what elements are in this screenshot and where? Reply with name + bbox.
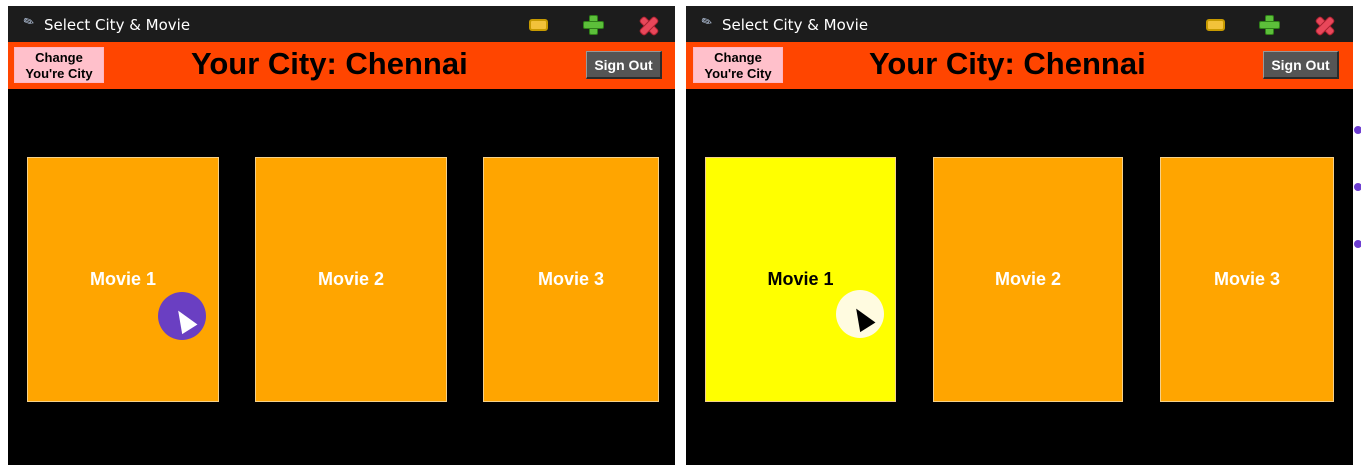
maximize-icon[interactable] bbox=[583, 15, 604, 35]
minimize-icon[interactable] bbox=[528, 15, 548, 33]
maximize-icon[interactable] bbox=[1259, 15, 1280, 35]
close-icon[interactable] bbox=[1314, 15, 1334, 33]
app-window-after: ✏ Select City & Movie Change You're City… bbox=[686, 6, 1353, 465]
close-icon[interactable] bbox=[638, 15, 658, 33]
movie-card-3[interactable]: Movie 3 bbox=[483, 157, 659, 402]
movie-card-label: Movie 2 bbox=[317, 269, 385, 289]
change-city-label-line1: Change bbox=[714, 50, 762, 65]
city-title: Your City: Chennai bbox=[869, 46, 1146, 81]
header-bar: Change You're City Your City: Chennai Si… bbox=[8, 42, 675, 89]
city-title: Your City: Chennai bbox=[191, 46, 468, 81]
window-title: Select City & Movie bbox=[44, 16, 191, 34]
change-city-button[interactable]: Change You're City bbox=[693, 47, 783, 83]
movie-card-label: Movie 2 bbox=[994, 269, 1062, 289]
app-window-before: ✏ Select City & Movie Change You're City… bbox=[8, 6, 675, 465]
edge-dot bbox=[1354, 126, 1361, 134]
movie-card-3[interactable]: Movie 3 bbox=[1160, 157, 1334, 402]
movie-card-label: Movie 1 bbox=[767, 269, 834, 289]
window-title: Select City & Movie bbox=[722, 16, 869, 34]
movie-card-2[interactable]: Movie 2 bbox=[255, 157, 447, 402]
movie-card-label: Movie 3 bbox=[537, 269, 605, 289]
change-city-label-line2: You're City bbox=[704, 66, 772, 81]
title-bar[interactable]: ✏ Select City & Movie bbox=[686, 6, 1353, 42]
minimize-icon[interactable] bbox=[1205, 15, 1225, 33]
edge-dot bbox=[1354, 240, 1361, 248]
sign-out-button[interactable]: Sign Out bbox=[1263, 51, 1339, 79]
change-city-label-line1: Change bbox=[35, 50, 83, 65]
change-city-label-line2: You're City bbox=[25, 66, 93, 81]
movie-card-2[interactable]: Movie 2 bbox=[933, 157, 1123, 402]
sign-out-button[interactable]: Sign Out bbox=[586, 51, 662, 79]
title-bar[interactable]: ✏ Select City & Movie bbox=[8, 6, 675, 42]
change-city-button[interactable]: Change You're City bbox=[14, 47, 104, 83]
movie-card-label: Movie 3 bbox=[1213, 269, 1281, 289]
edge-dot bbox=[1354, 183, 1361, 191]
feather-icon: ✏ bbox=[20, 13, 37, 32]
movie-card-1[interactable]: Movie 1 bbox=[27, 157, 219, 402]
movie-card-label: Movie 1 bbox=[89, 269, 157, 289]
header-bar: Change You're City Your City: Chennai Si… bbox=[686, 42, 1353, 89]
feather-icon: ✏ bbox=[698, 13, 715, 32]
movie-card-1[interactable]: Movie 1 bbox=[705, 157, 896, 402]
